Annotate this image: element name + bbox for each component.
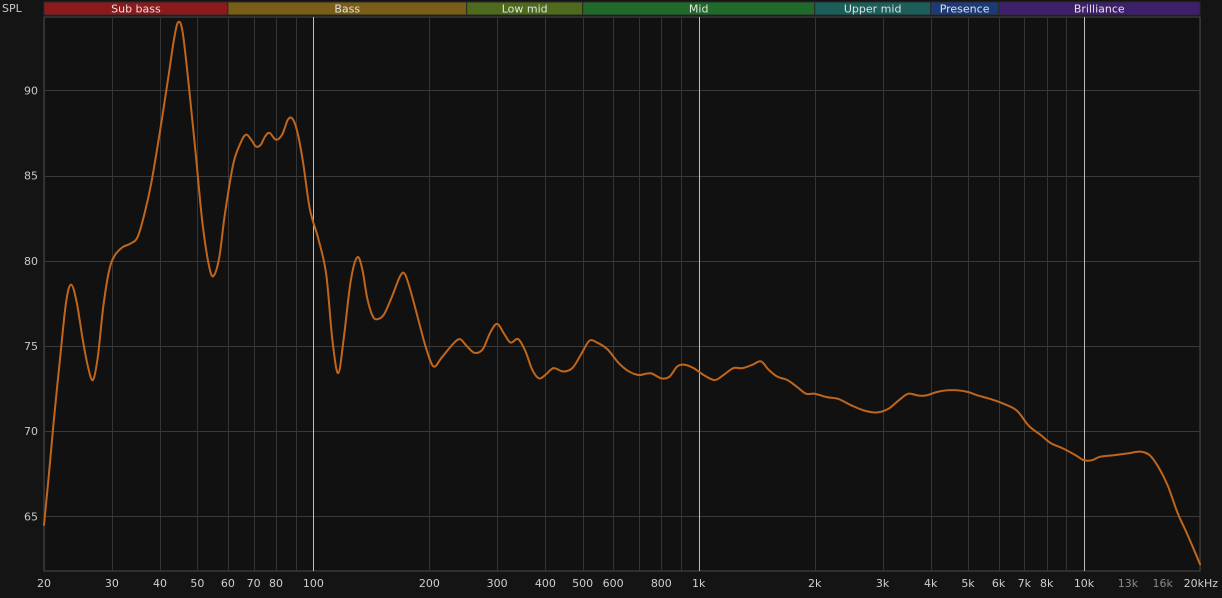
x-tick-label: 800 — [651, 577, 672, 590]
x-tick-label: 8k — [1040, 577, 1054, 590]
x-tick-label: 7k — [1018, 577, 1032, 590]
x-tick-label: 60 — [221, 577, 235, 590]
y-axis-title: SPL — [2, 2, 23, 15]
x-tick-label: 30 — [105, 577, 119, 590]
x-tick-label: 4k — [924, 577, 938, 590]
x-tick-label: 10k — [1074, 577, 1095, 590]
y-tick-label: 85 — [24, 170, 38, 183]
x-tick-label: 40 — [153, 577, 167, 590]
x-tick-label: 13k — [1118, 577, 1139, 590]
band-label: Sub bass — [111, 3, 161, 16]
band-label: Low mid — [502, 3, 548, 16]
band-label: Upper mid — [844, 3, 902, 16]
x-tick-label: 200 — [419, 577, 440, 590]
x-tick-label: 50 — [190, 577, 204, 590]
x-tick-label: 16k — [1152, 577, 1173, 590]
band-label: Bass — [334, 3, 360, 16]
y-tick-label: 75 — [24, 340, 38, 353]
plot-area — [43, 16, 1201, 572]
x-tick-label: 3k — [876, 577, 890, 590]
y-tick-label: 70 — [24, 425, 38, 438]
x-tick-label: 70 — [247, 577, 261, 590]
band-header: Sub bass Bass Low mid Mid Upper mid Presence B… — [43, 1, 1201, 16]
band-label: Mid — [689, 3, 709, 16]
band-label: Presence — [940, 3, 990, 16]
x-tick-label: 6k — [992, 577, 1006, 590]
frequency-response-chart: Sub bass Bass Low mid Mid Upper mid Presence B… — [0, 0, 1222, 594]
x-tick-label: 2k — [808, 577, 822, 590]
x-tick-label: 20kHz — [1184, 577, 1219, 590]
y-tick-label: 80 — [24, 255, 38, 268]
x-tick-label: 20 — [37, 577, 51, 590]
chart-svg: Sub bass Bass Low mid Mid Upper mid Presence B… — [0, 0, 1222, 594]
x-tick-label: 1k — [692, 577, 706, 590]
band-label: Brilliance — [1074, 3, 1125, 16]
y-tick-label: 65 — [24, 510, 38, 523]
x-tick-label: 600 — [603, 577, 624, 590]
y-tick-label: 90 — [24, 84, 38, 97]
x-tick-label: 300 — [487, 577, 508, 590]
x-tick-label: 80 — [269, 577, 283, 590]
x-tick-label: 400 — [535, 577, 556, 590]
x-tick-label: 5k — [961, 577, 975, 590]
x-tick-label: 500 — [572, 577, 593, 590]
x-tick-label: 100 — [303, 577, 324, 590]
